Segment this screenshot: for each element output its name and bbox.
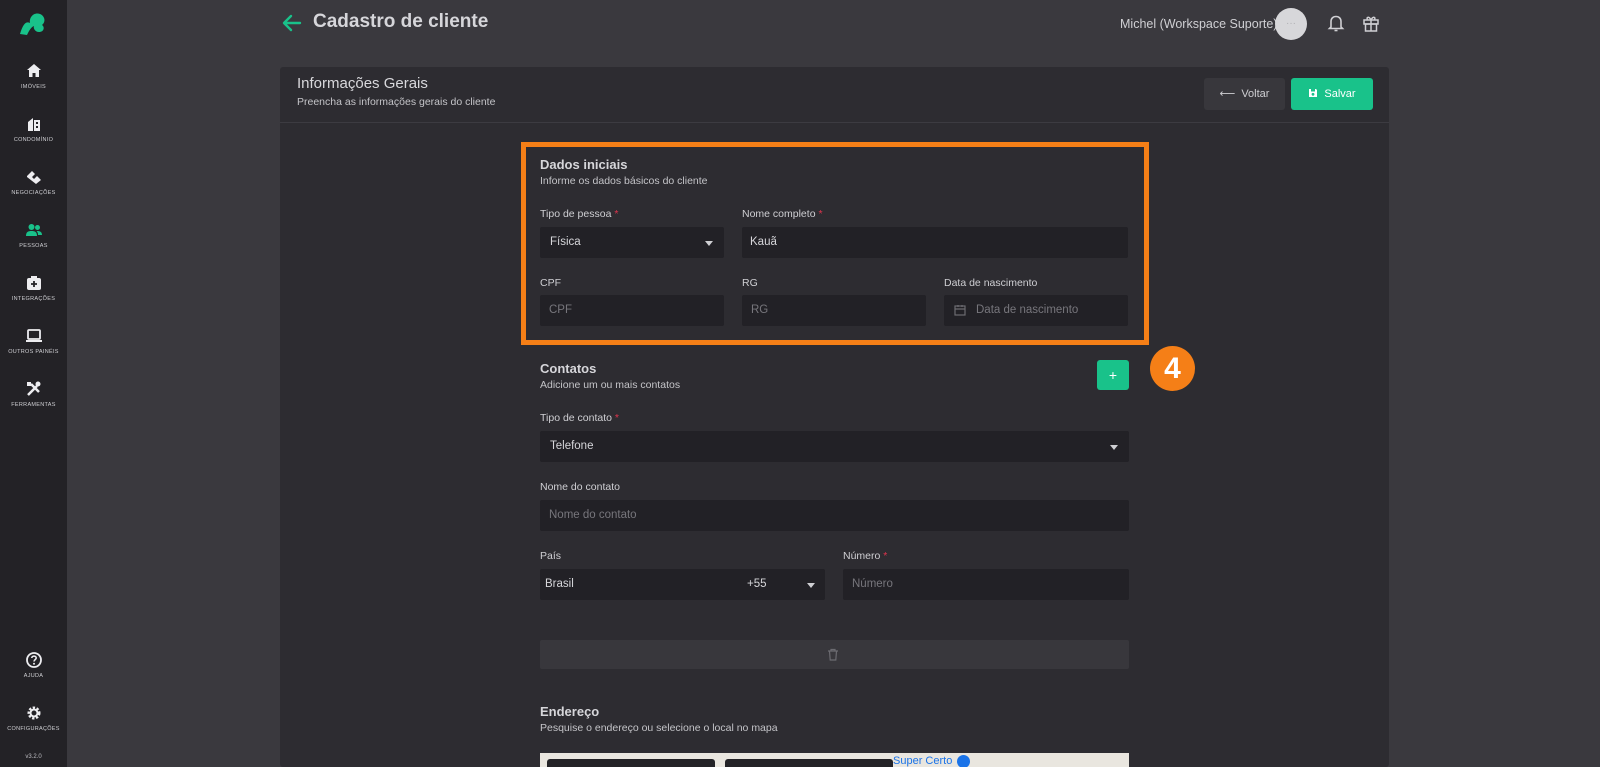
home-icon [26,64,41,77]
save-button-label: Salvar [1324,88,1356,100]
sidebar-item-condominio[interactable]: Condomínio [0,115,67,143]
sidebar-item-imoveis[interactable]: Imóveis [0,62,67,90]
sidebar-item-label: Integrações [11,296,56,302]
sidebar-item-configuracoes[interactable]: Configurações [0,704,67,732]
sidebar-item-pessoas[interactable]: Pessoas [0,221,67,249]
arrow-left-icon: ⟵ [1219,88,1236,100]
plugin-icon [26,276,41,290]
map-search-input-secondary[interactable] [725,759,893,767]
required-mark: * [883,550,888,562]
map-poi-label: Super Certo [893,755,953,767]
pais-value: Brasil [545,578,574,590]
sidebar-item-label: Ferramentas [11,402,56,408]
tools-icon [26,381,40,396]
section-subtitle-endereco: Pesquise o endereço ou selecione o local… [540,722,778,734]
numero-label: Número * [843,550,887,562]
map-search-input[interactable] [547,759,715,767]
label-text: Tipo de contato [540,412,612,424]
remove-contact-button[interactable] [540,640,1129,669]
nome-contato-label: Nome do contato [540,481,620,493]
bell-icon[interactable] [1327,13,1345,33]
address-map[interactable]: Super Certo [540,753,1129,767]
back-button-label: Voltar [1241,88,1270,100]
caret-down-icon [807,583,815,588]
nome-contato-input[interactable]: Nome do contato [540,500,1129,531]
card-subtitle: Preencha as informações gerais do client… [297,96,496,108]
page-title: Cadastro de cliente [313,11,489,32]
sidebar-item-label: Outros painéis [8,349,59,355]
gift-icon[interactable] [1362,13,1380,33]
trash-icon [828,648,838,661]
sidebar-item-negociacoes[interactable]: Negociações [0,168,67,196]
add-contact-button[interactable]: + [1097,360,1129,390]
floppy-icon [1309,89,1318,97]
save-button[interactable]: Salvar [1291,78,1373,110]
sidebar-item-ajuda[interactable]: Ajuda [0,651,67,679]
label-text: Número [843,550,881,562]
version-label: v3.2.0 [25,754,42,760]
sidebar-item-label: Pessoas [19,243,48,249]
sidebar-item-label: Imóveis [20,84,47,90]
card-title: Informações Gerais [297,75,428,92]
app-logo-icon[interactable] [17,10,49,38]
avatar[interactable]: ··· [1275,8,1307,40]
sidebar-item-label: Configurações [7,726,60,732]
sidebar-item-label: Condomínio [13,137,54,143]
ddi-value: +55 [747,578,767,590]
pais-label: País [540,550,562,562]
tipo-contato-label: Tipo de contato * [540,412,619,424]
handshake-icon [26,171,41,184]
sidebar-item-outros-paineis[interactable]: Outros painéis [0,327,67,355]
section-title-endereco: Endereço [540,704,600,719]
people-icon [25,224,42,236]
section-subtitle-contatos: Adicione um ou mais contatos [540,379,681,391]
card-header: Informações Gerais Preencha as informaçõ… [280,67,1389,123]
back-button[interactable]: ⟵ Voltar [1204,78,1285,110]
back-arrow-icon[interactable] [281,12,303,34]
sidebar-item-ferramentas[interactable]: Ferramentas [0,380,67,408]
tipo-contato-value: Telefone [550,440,594,452]
sidebar: Imóveis Condomínio Negociações Pessoas I… [0,0,67,767]
building-icon [27,118,40,131]
highlight-box [521,142,1149,345]
required-mark: * [614,412,620,424]
sidebar-item-label: Negociações [11,190,56,196]
laptop-icon [25,329,42,342]
help-icon [25,652,42,668]
user-name[interactable]: Michel (Workspace Suporte) [1120,17,1277,31]
pais-select[interactable]: Brasil +55 [540,569,825,600]
gear-icon [27,706,40,720]
map-pin-icon [957,755,970,767]
section-title-contatos: Contatos [540,361,597,376]
numero-input[interactable]: Número [843,569,1129,600]
tipo-contato-select[interactable]: Telefone [540,431,1129,462]
sidebar-item-integracoes[interactable]: Integrações [0,274,67,302]
sidebar-item-label: Ajuda [23,673,44,679]
step-badge: 4 [1150,346,1195,391]
caret-down-icon [1110,445,1118,450]
